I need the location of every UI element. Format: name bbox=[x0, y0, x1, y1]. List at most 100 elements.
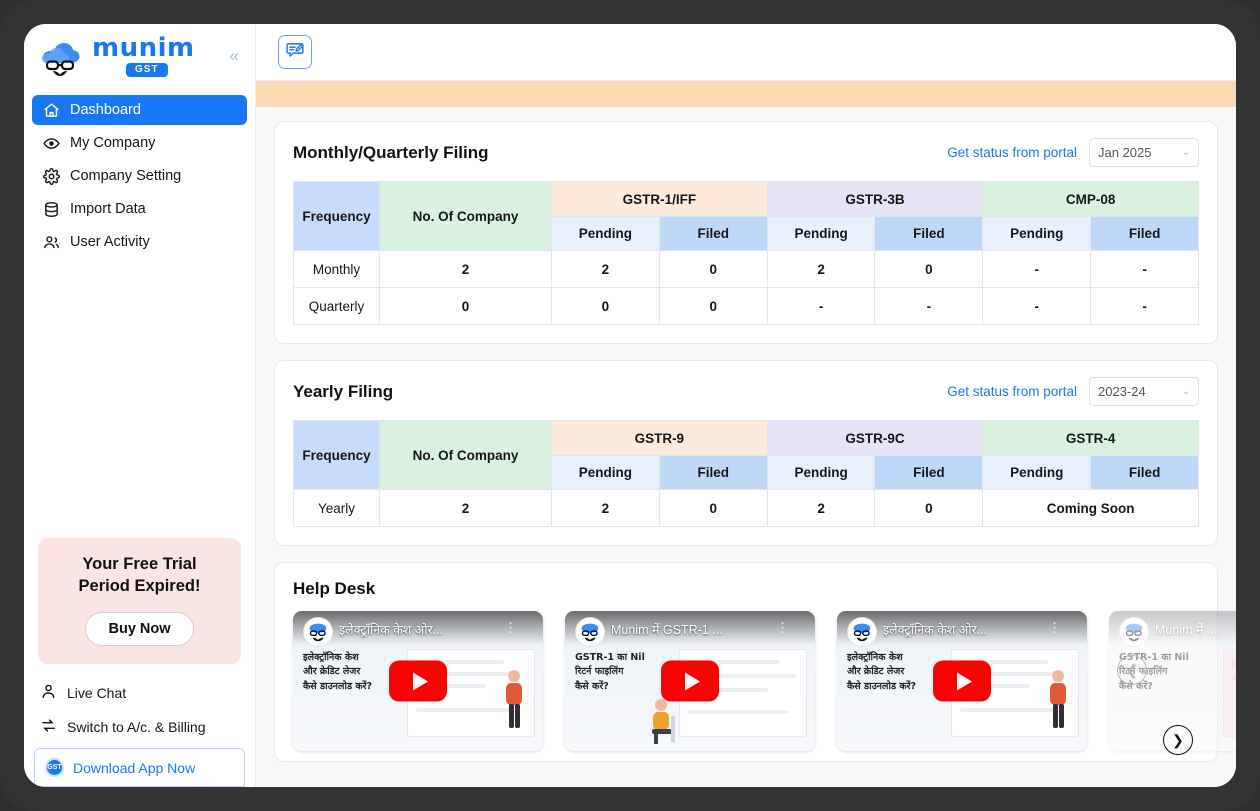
video-card[interactable]: Munim में GSTR-1 ... ⋮ GSTR-1 का Nil रिट… bbox=[565, 611, 815, 751]
row-cell: 0 bbox=[874, 250, 984, 288]
row-no-of-company: 0 bbox=[379, 287, 552, 325]
download-app-icon: GST bbox=[45, 758, 64, 777]
sidebar-item-label: My Company bbox=[70, 135, 156, 151]
row-cell: 0 bbox=[658, 250, 768, 288]
buy-now-button[interactable]: Buy Now bbox=[85, 612, 194, 646]
header-gstr1-filed: Filed bbox=[658, 216, 768, 251]
monthly-card-title: Monthly/Quarterly Filing bbox=[293, 142, 489, 162]
person-illustration bbox=[1045, 669, 1071, 736]
header-no-of-company: No. Of Company bbox=[379, 420, 552, 490]
video-more-icon[interactable]: ⋮ bbox=[776, 620, 789, 636]
sidebar-nav: Dashboard My Company Company Setting Imp… bbox=[24, 92, 255, 260]
chevron-down-icon: ⌄ bbox=[1181, 147, 1190, 158]
channel-avatar bbox=[847, 617, 877, 647]
sidebar: munim GST « Dashboard My Company Company… bbox=[24, 24, 256, 787]
help-desk-header: Help Desk bbox=[293, 579, 1199, 599]
trial-line-1: Your Free Trial bbox=[82, 555, 197, 574]
yearly-card-title: Yearly Filing bbox=[293, 381, 394, 401]
chevron-left-icon: ❮ bbox=[1126, 661, 1138, 678]
brand-row: munim GST « bbox=[24, 24, 255, 88]
dashboard-scroll-area[interactable]: Monthly/Quarterly Filing Get status from… bbox=[256, 107, 1236, 787]
row-cell: - bbox=[766, 287, 876, 325]
row-coming-soon: Coming Soon bbox=[982, 489, 1199, 527]
logo-gst-badge: GST bbox=[126, 63, 168, 77]
header-gstr4-filed: Filed bbox=[1090, 455, 1199, 490]
row-frequency: Monthly bbox=[293, 250, 380, 288]
play-button[interactable] bbox=[389, 660, 447, 702]
munim-logo-icon bbox=[38, 35, 84, 77]
header-group-cmp08: CMP-08 bbox=[982, 181, 1199, 217]
person-chat-icon bbox=[40, 683, 57, 703]
feedback-edit-icon-button[interactable] bbox=[278, 35, 312, 69]
row-cell: 2 bbox=[551, 250, 660, 288]
sidebar-item-label: User Activity bbox=[70, 234, 150, 250]
eye-icon bbox=[42, 134, 60, 152]
person-illustration bbox=[649, 698, 683, 749]
video-card[interactable]: इलेक्ट्रॉनिक केश ओर... ⋮ इलेक्ट्रॉनिक के… bbox=[293, 611, 543, 751]
video-thumbnail-mock bbox=[1223, 649, 1236, 737]
sidebar-item-label: Import Data bbox=[70, 201, 146, 217]
header-gstr9-filed: Filed bbox=[658, 455, 768, 490]
app-window: munim GST « Dashboard My Company Company… bbox=[24, 24, 1236, 787]
play-button[interactable] bbox=[933, 660, 991, 702]
header-group-gstr9: GSTR-9 bbox=[551, 420, 768, 456]
sidebar-item-my-company[interactable]: My Company bbox=[32, 128, 247, 158]
video-title: Munim में ... bbox=[1155, 623, 1218, 637]
main-area: Monthly/Quarterly Filing Get status from… bbox=[256, 24, 1236, 787]
yearly-period-select[interactable]: 2023-24 ⌄ bbox=[1089, 377, 1199, 406]
sidebar-item-dashboard[interactable]: Dashboard bbox=[32, 95, 247, 125]
row-cell: 0 bbox=[551, 287, 660, 325]
video-card[interactable]: इलेक्ट्रॉनिक केश ओर... ⋮ इलेक्ट्रॉनिक के… bbox=[837, 611, 1087, 751]
help-desk-carousel[interactable]: इलेक्ट्रॉनिक केश ओर... ⋮ इलेक्ट्रॉनिक के… bbox=[293, 611, 1236, 755]
row-cell: - bbox=[874, 287, 984, 325]
table-group-header-row: Frequency No. Of Company GSTR-9 GSTR-9C … bbox=[293, 420, 1199, 490]
users-icon bbox=[42, 233, 60, 251]
sidebar-item-user-activity[interactable]: User Activity bbox=[32, 227, 247, 257]
live-chat-link[interactable]: Live Chat bbox=[24, 676, 255, 710]
switch-billing-link[interactable]: Switch to A/c. & Billing bbox=[24, 710, 255, 744]
channel-avatar bbox=[303, 617, 333, 647]
video-more-icon[interactable]: ⋮ bbox=[504, 620, 517, 636]
header-group-gstr1: GSTR-1/IFF bbox=[551, 181, 768, 217]
header-frequency: Frequency bbox=[293, 420, 380, 490]
table-row: Monthly 2 2 0 2 0 - - bbox=[293, 250, 1199, 288]
switch-arrows-icon bbox=[40, 717, 57, 737]
header-group-gstr9c: GSTR-9C bbox=[766, 420, 984, 456]
sidebar-collapse-button[interactable]: « bbox=[228, 42, 241, 70]
carousel-prev-button[interactable]: ❮ bbox=[1117, 655, 1147, 685]
header-gstr3b-filed: Filed bbox=[874, 216, 984, 251]
video-more-icon[interactable]: ⋮ bbox=[1048, 620, 1061, 636]
row-frequency: Yearly bbox=[293, 489, 380, 527]
device-bezel: munim GST « Dashboard My Company Company… bbox=[0, 0, 1260, 811]
sidebar-item-label: Company Setting bbox=[70, 168, 182, 184]
row-cell: 0 bbox=[658, 489, 768, 527]
header-cmp08-pending: Pending bbox=[982, 216, 1092, 251]
database-icon bbox=[42, 200, 60, 218]
row-cell: 2 bbox=[766, 489, 876, 527]
row-no-of-company: 2 bbox=[379, 250, 552, 288]
header-group-gstr3b: GSTR-3B bbox=[766, 181, 984, 217]
download-app-button[interactable]: GST Download App Now bbox=[34, 748, 245, 787]
carousel-next-button[interactable]: ❯ bbox=[1163, 725, 1193, 755]
sidebar-item-import-data[interactable]: Import Data bbox=[32, 194, 247, 224]
monthly-get-status-link[interactable]: Get status from portal bbox=[947, 145, 1077, 160]
monthly-card-actions: Get status from portal Jan 2025 ⌄ bbox=[947, 138, 1199, 167]
monthly-period-select[interactable]: Jan 2025 ⌄ bbox=[1089, 138, 1199, 167]
table-row: Yearly 2 2 0 2 0 Coming Soon bbox=[293, 489, 1199, 527]
row-cell: - bbox=[1090, 287, 1199, 325]
row-no-of-company: 2 bbox=[379, 489, 552, 527]
header-gstr1-pending: Pending bbox=[551, 216, 660, 251]
trial-title: Your Free Trial Period Expired! bbox=[48, 554, 231, 598]
sidebar-item-company-setting[interactable]: Company Setting bbox=[32, 161, 247, 191]
play-button[interactable] bbox=[661, 660, 719, 702]
row-cell: 2 bbox=[551, 489, 660, 527]
yearly-card-actions: Get status from portal 2023-24 ⌄ bbox=[947, 377, 1199, 406]
header-frequency: Frequency bbox=[293, 181, 380, 251]
header-gstr9-pending: Pending bbox=[551, 455, 660, 490]
yearly-get-status-link[interactable]: Get status from portal bbox=[947, 384, 1077, 399]
trial-line-2: Period Expired! bbox=[78, 577, 201, 596]
yearly-card-header: Yearly Filing Get status from portal 202… bbox=[293, 377, 1199, 406]
help-desk-title: Help Desk bbox=[293, 579, 376, 598]
header-no-of-company: No. Of Company bbox=[379, 181, 552, 251]
